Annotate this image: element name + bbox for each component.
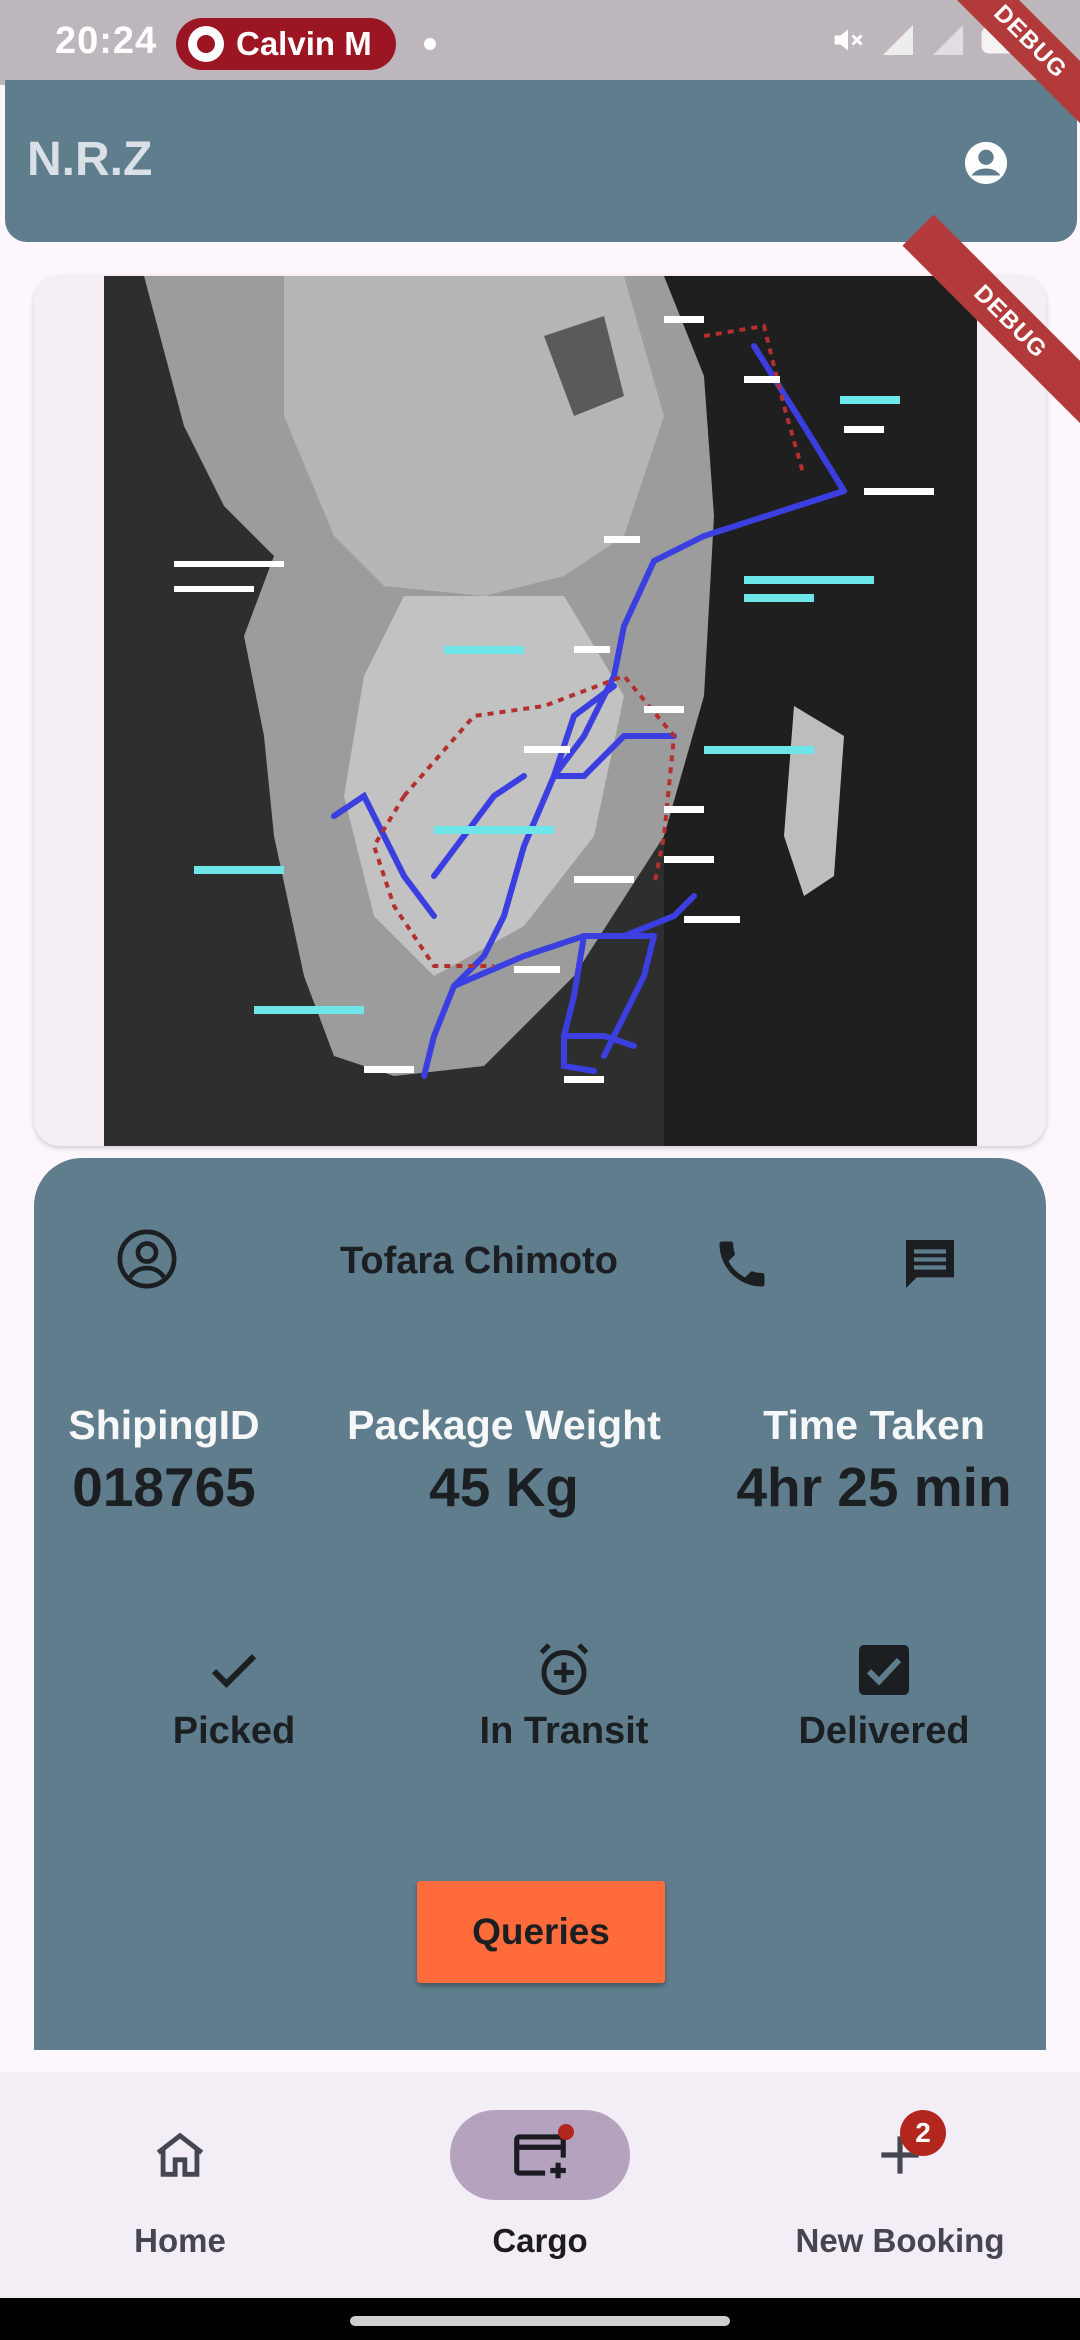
stage-delivered: Delivered: [744, 1640, 1024, 1753]
time-taken-value: 4hr 25 min: [736, 1456, 1012, 1518]
message-icon[interactable]: [898, 1232, 962, 1296]
shipping-id-value: 018765: [72, 1456, 256, 1518]
bottom-navigation: Home Cargo 2 New Booking: [0, 2072, 1080, 2298]
package-weight-label: Package Weight: [347, 1402, 661, 1448]
stage-picked: Picked: [114, 1640, 354, 1753]
mute-icon: [834, 29, 863, 51]
notification-chip[interactable]: Calvin M: [176, 18, 396, 70]
time-taken-label: Time Taken: [763, 1402, 985, 1448]
nav-item-cargo[interactable]: Cargo: [390, 2110, 690, 2260]
gesture-handle[interactable]: [350, 2316, 730, 2326]
shipment-panel: Tofara Chimoto ShipingID 018765 Package …: [34, 1158, 1046, 2050]
railway-route-map: [104, 276, 977, 1146]
checkbox-checked-icon: [859, 1645, 909, 1695]
signal-icon: [883, 25, 913, 55]
phone-icon[interactable]: [712, 1234, 772, 1294]
app-title: N.R.Z: [27, 133, 153, 186]
shipping-id-stat: ShipingID 018765: [64, 1402, 264, 1519]
home-icon: [156, 2132, 204, 2177]
active-indicator: [450, 2110, 630, 2200]
nav-home-label: Home: [134, 2222, 226, 2259]
driver-name: Tofara Chimoto: [340, 1240, 618, 1282]
notification-chip-label: Calvin M: [236, 25, 372, 62]
nav-cargo-label: Cargo: [492, 2222, 588, 2259]
stage-in-transit-label: In Transit: [479, 1710, 649, 1752]
account-circle-icon[interactable]: [963, 140, 1009, 186]
signal-icon-2: [933, 25, 963, 55]
person-circle-icon: [117, 1229, 177, 1289]
time-taken-stat: Time Taken 4hr 25 min: [714, 1402, 1034, 1519]
shipping-id-label: ShipingID: [68, 1402, 260, 1448]
nav-item-new-booking[interactable]: 2 New Booking: [750, 2110, 1050, 2260]
route-map-card: [34, 276, 1046, 1146]
check-icon: [211, 1654, 257, 1688]
stage-picked-label: Picked: [172, 1710, 296, 1752]
app-bar: N.R.Z: [5, 80, 1077, 242]
gesture-bar: [0, 2298, 1080, 2340]
status-time: 20:24: [55, 20, 158, 62]
app-notification-icon: [188, 26, 224, 62]
queries-button[interactable]: Queries: [417, 1881, 665, 1983]
nav-item-home[interactable]: Home: [30, 2110, 330, 2260]
new-booking-badge: 2: [900, 2110, 946, 2156]
stage-delivered-label: Delivered: [798, 1710, 970, 1752]
cargo-notification-dot: [558, 2124, 574, 2140]
nav-new-booking-label: New Booking: [795, 2222, 1005, 2259]
notification-dot-icon: [424, 38, 436, 50]
package-weight-value: 45 Kg: [429, 1456, 579, 1518]
alarm-add-icon: [539, 1643, 589, 1695]
package-weight-stat: Package Weight 45 Kg: [334, 1402, 674, 1519]
stage-in-transit: In Transit: [414, 1640, 714, 1753]
status-bar: 20:24 Calvin M: [0, 0, 1080, 85]
